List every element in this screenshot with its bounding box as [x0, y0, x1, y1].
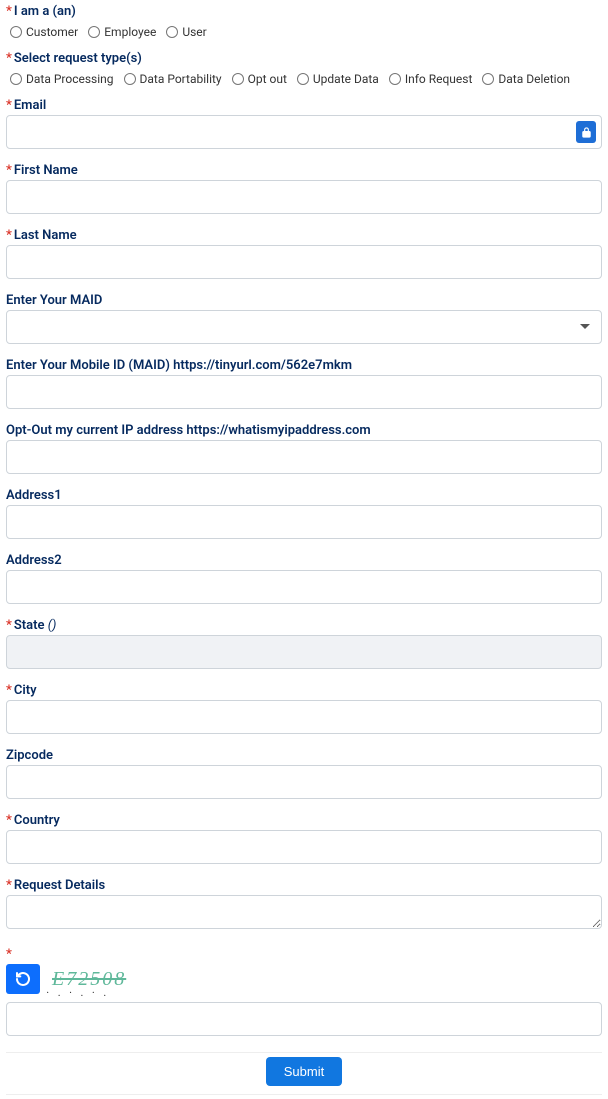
reqtype-info-request[interactable]: Info Request: [389, 72, 473, 86]
email-input[interactable]: [6, 115, 602, 149]
field-request-details: *Request Details: [6, 878, 602, 943]
label-email: *Email: [6, 98, 602, 113]
label-state: *State (): [6, 618, 602, 633]
field-maid: Enter Your MAID: [6, 293, 602, 354]
divider: [6, 1094, 602, 1095]
captcha-image: E72508: [46, 968, 132, 991]
country-input[interactable]: [6, 830, 602, 864]
reqtype-data-deletion[interactable]: Data Deletion: [482, 72, 570, 86]
request-type-options: Data Processing Data Portability Opt out…: [6, 68, 602, 94]
address1-input[interactable]: [6, 505, 602, 539]
iam-option-employee[interactable]: Employee: [88, 25, 156, 39]
label-request-type: *Select request type(s): [6, 51, 602, 66]
label-address2: Address2: [6, 553, 602, 568]
label-request-details: *Request Details: [6, 878, 602, 893]
submit-row: Submit: [6, 1052, 602, 1090]
field-address2: Address2: [6, 553, 602, 614]
request-details-input[interactable]: [6, 895, 602, 929]
label-maid: Enter Your MAID: [6, 293, 602, 308]
label-captcha: *: [6, 947, 602, 962]
field-zipcode: Zipcode: [6, 748, 602, 809]
reqtype-data-processing[interactable]: Data Processing: [10, 72, 114, 86]
field-email: *Email: [6, 98, 602, 159]
field-state: *State (): [6, 618, 602, 679]
reqtype-update-data[interactable]: Update Data: [297, 72, 379, 86]
field-mobile-id: Enter Your Mobile ID (MAID) https://tiny…: [6, 358, 602, 419]
autofill-icon[interactable]: [576, 121, 596, 143]
city-input[interactable]: [6, 700, 602, 734]
label-iam: *I am a (an): [6, 4, 602, 19]
optout-ip-input[interactable]: [6, 440, 602, 474]
privacy-request-form: *I am a (an) Customer Employee User *Sel…: [0, 0, 608, 1099]
state-input[interactable]: [6, 635, 602, 669]
label-last-name: *Last Name: [6, 228, 602, 243]
address2-input[interactable]: [6, 570, 602, 604]
mobile-id-input[interactable]: [6, 375, 602, 409]
last-name-input[interactable]: [6, 245, 602, 279]
field-request-type: *Select request type(s) Data Processing …: [6, 51, 602, 94]
label-country: *Country: [6, 813, 602, 828]
field-optout-ip: Opt-Out my current IP address https://wh…: [6, 423, 602, 484]
iam-option-customer[interactable]: Customer: [10, 25, 78, 39]
captcha-input[interactable]: [6, 1002, 602, 1036]
reqtype-data-portability[interactable]: Data Portability: [124, 72, 222, 86]
field-address1: Address1: [6, 488, 602, 549]
reload-icon: [15, 971, 31, 987]
label-first-name: *First Name: [6, 163, 602, 178]
reqtype-opt-out[interactable]: Opt out: [232, 72, 287, 86]
zipcode-input[interactable]: [6, 765, 602, 799]
label-optout-ip: Opt-Out my current IP address https://wh…: [6, 423, 602, 438]
captcha-reload-button[interactable]: [6, 964, 40, 994]
label-mobile-id: Enter Your Mobile ID (MAID) https://tiny…: [6, 358, 602, 373]
label-city: *City: [6, 683, 602, 698]
field-iam: *I am a (an) Customer Employee User: [6, 4, 602, 47]
field-city: *City: [6, 683, 602, 744]
field-last-name: *Last Name: [6, 228, 602, 289]
first-name-input[interactable]: [6, 180, 602, 214]
label-zipcode: Zipcode: [6, 748, 602, 763]
field-first-name: *First Name: [6, 163, 602, 224]
iam-options: Customer Employee User: [6, 21, 602, 47]
label-address1: Address1: [6, 488, 602, 503]
maid-select[interactable]: [6, 310, 602, 344]
iam-option-user[interactable]: User: [166, 25, 206, 39]
submit-button[interactable]: Submit: [266, 1057, 342, 1086]
field-captcha: * E72508: [6, 947, 602, 1046]
